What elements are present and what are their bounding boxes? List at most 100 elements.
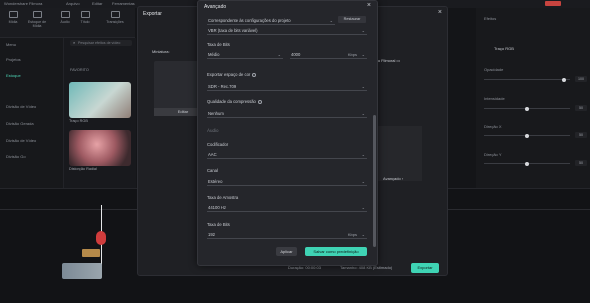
direction-x-value[interactable]: 50 <box>575 132 587 138</box>
bitrate-mode-select[interactable]: VBR (taxa de bits variável) ⌄ <box>207 26 367 35</box>
media-toolbar: Mídia Estoque de Mídia Áudio Título Tran… <box>0 8 135 38</box>
channel-select[interactable]: Estéreo ⌄ <box>207 177 367 186</box>
timeline-clip[interactable] <box>62 263 102 279</box>
chevron-down-icon: ⌄ <box>361 84 365 89</box>
info-icon[interactable] <box>257 99 262 104</box>
audio-bitrate-label: Taxa de Bits <box>207 222 230 227</box>
direction-x-slider[interactable] <box>484 133 570 138</box>
save-preset-button[interactable]: Salvar como predefinição <box>305 247 367 256</box>
panel-tab[interactable]: Efeitos <box>484 16 496 21</box>
intensity-value[interactable]: 50 <box>575 105 587 111</box>
chevron-down-icon: ⌄ <box>329 18 333 23</box>
direction-y-slider[interactable] <box>484 161 570 166</box>
stock-icon <box>32 11 42 18</box>
chevron-down-icon: ⌄ <box>361 179 365 184</box>
bitrate-value-input[interactable]: 4000 Kbps ⌄ <box>290 50 367 59</box>
color-space-select[interactable]: SDR - Rec.709 ⌄ <box>207 82 367 91</box>
thumb-label-1: Traço RGB <box>69 119 88 123</box>
audio-icon <box>60 11 70 18</box>
apply-button[interactable]: Aplicar <box>276 247 297 256</box>
control-label: Intensidade <box>484 96 505 101</box>
control-label: Opacidade <box>484 67 504 72</box>
thumb-radial[interactable] <box>69 130 131 166</box>
samplerate-select[interactable]: 44100 Hz ⌄ <box>207 203 367 212</box>
search-input[interactable]: ⌕ Pesquisar efeitos de vídeo <box>70 40 132 46</box>
control-label: Direção Y <box>484 152 502 157</box>
title-icon <box>80 11 90 18</box>
opacity-value[interactable]: 100 <box>575 76 587 82</box>
menu-file[interactable]: Arquivo <box>66 1 80 6</box>
chevron-down-icon: ⌄ <box>361 232 365 237</box>
scrollbar[interactable] <box>373 115 376 247</box>
advanced-body: Correspondente às configurações do proje… <box>198 12 374 244</box>
audio-section-title: Áudio <box>207 128 219 133</box>
sidebar-item-generated[interactable]: Divisão Gerada <box>6 121 34 126</box>
bitrate-label: Taxa de Bits <box>207 42 230 47</box>
intensity-slider[interactable] <box>484 106 570 111</box>
advanced-title: Avançado <box>204 4 227 10</box>
folder-icon[interactable]: ▭ <box>396 58 400 63</box>
sidebar-item-video-division[interactable]: Divisão de Vídeo <box>6 104 36 109</box>
thumb-rgb-stroke[interactable] <box>69 82 131 118</box>
tool-stock[interactable]: Estoque de Mídia <box>24 11 50 28</box>
codec-label: Codificador <box>207 142 229 147</box>
sidebar-item-menu[interactable]: Menu <box>6 42 16 47</box>
chevron-right-icon: › <box>401 176 404 181</box>
export-button[interactable]: Exportar <box>411 263 439 273</box>
direction-y-value[interactable]: 50 <box>575 160 587 166</box>
slider-thumb[interactable] <box>525 161 529 166</box>
compression-label: Qualidade da compressão <box>207 99 262 104</box>
media-badge: FAVORITO <box>70 68 89 72</box>
transitions-icon <box>110 11 120 18</box>
save-path-field[interactable]: ultura Filmoral ▭ <box>370 58 436 68</box>
samplerate-label: Taxa de Amostra <box>207 195 239 200</box>
record-badge <box>545 1 561 6</box>
sidebar-item-projects[interactable]: Projetos <box>6 57 21 62</box>
effects-sidebar: Menu Projetos Estoque Divisão de Vídeo D… <box>0 38 64 188</box>
advanced-button[interactable]: Avançado › <box>383 176 423 185</box>
effect-toggle-label: Traço RGB <box>494 46 514 51</box>
close-icon[interactable]: × <box>367 2 371 9</box>
tool-transitions[interactable]: Transições <box>100 11 130 24</box>
menu-edit[interactable]: Editar <box>92 1 102 6</box>
thumb-label-2: Distorção Radial <box>69 167 97 171</box>
codec-select[interactable]: AAC ⌄ <box>207 150 367 159</box>
chevron-down-icon: ⌄ <box>361 28 365 33</box>
effect-clip[interactable] <box>82 249 100 257</box>
compression-select[interactable]: Nenhum ⌄ <box>207 109 367 118</box>
settings-panel <box>372 126 422 181</box>
close-icon[interactable]: × <box>438 9 442 16</box>
sidebar-item-go[interactable]: Divisão Go <box>6 154 26 159</box>
slider-thumb[interactable] <box>525 106 529 111</box>
sidebar-item-stock[interactable]: Estoque <box>6 73 21 78</box>
restore-button[interactable]: Restaurar <box>338 16 366 23</box>
slider-thumb[interactable] <box>561 77 566 82</box>
menu-tools[interactable]: Ferramentas <box>112 1 135 6</box>
opacity-slider[interactable] <box>484 77 570 82</box>
thumbnail-label: Miniatura: <box>152 49 170 54</box>
info-icon[interactable] <box>252 72 257 77</box>
effect-properties-panel: Efeitos Traço RGB Opacidade 100 Intensid… <box>476 8 590 188</box>
menu-app[interactable]: Wondershare Filmora <box>4 1 42 6</box>
channel-label: Canal <box>207 168 218 173</box>
chevron-down-icon: ⌄ <box>361 205 365 210</box>
audio-bitrate-select[interactable]: 192 Kbps ⌄ <box>207 230 367 239</box>
tool-audio[interactable]: Áudio <box>56 11 74 24</box>
preset-select[interactable]: Correspondente às configurações do proje… <box>207 16 335 25</box>
chevron-down-icon: ⌄ <box>361 111 365 116</box>
bitrate-quality-select[interactable]: Médio ⌄ <box>207 50 283 59</box>
chevron-down-icon: ⌄ <box>361 152 365 157</box>
media-icon <box>8 11 18 18</box>
sidebar-item-video-division-2[interactable]: Divisão de Vídeo <box>6 138 36 143</box>
export-title: Exportar <box>143 11 162 17</box>
playhead-marker[interactable] <box>96 231 106 245</box>
tool-media[interactable]: Mídia <box>4 11 22 24</box>
control-label: Direção X <box>484 124 502 129</box>
search-placeholder: Pesquisar efeitos de vídeo <box>78 41 121 45</box>
chevron-down-icon: ⌄ <box>277 52 281 57</box>
color-space-label: Exportar espaço de cor <box>207 72 257 77</box>
chevron-down-icon: ⌄ <box>361 52 365 57</box>
tool-title[interactable]: Título <box>76 11 94 24</box>
slider-thumb[interactable] <box>525 133 529 138</box>
search-icon: ⌕ <box>73 40 76 45</box>
